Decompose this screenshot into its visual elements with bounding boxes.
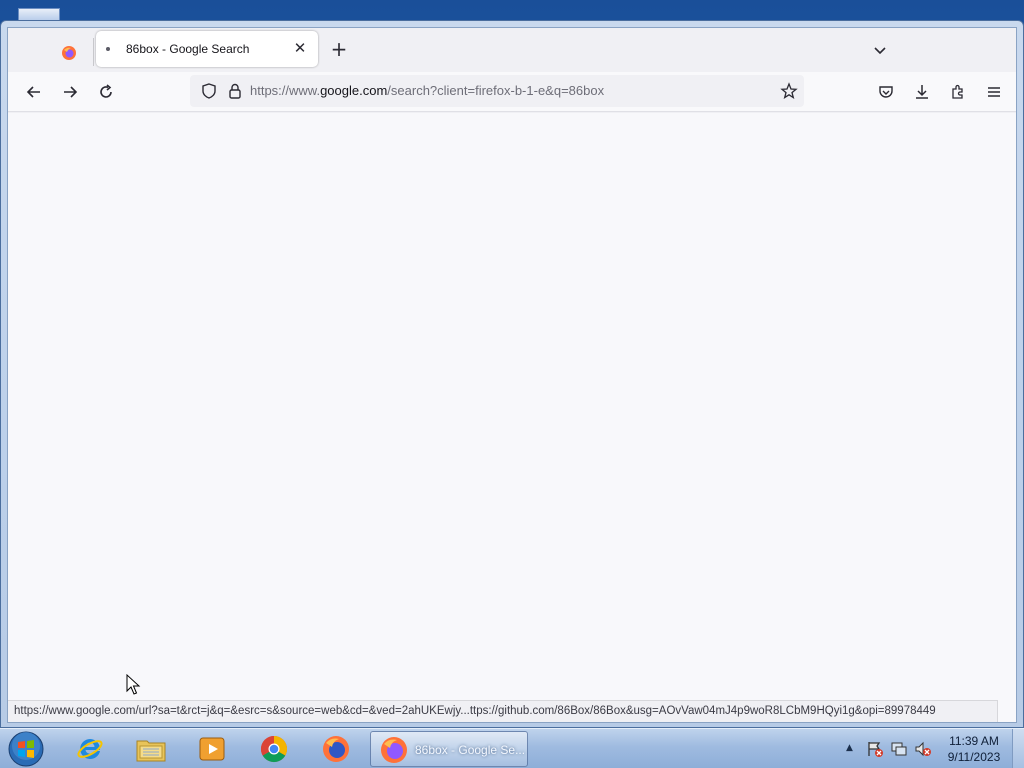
tab-strip: 86box - Google Search ✕ + (8, 28, 938, 72)
taskbar-chrome[interactable] (252, 731, 296, 767)
tab-title: 86box - Google Search (126, 42, 250, 56)
url-prefix: https://www. (250, 83, 321, 98)
bookmark-star-icon[interactable] (780, 82, 798, 105)
taskbar-windows-explorer[interactable] (129, 731, 173, 767)
forward-button[interactable] (58, 80, 82, 104)
url-domain: google.com (320, 83, 388, 98)
show-hidden-icons-button[interactable]: ▲ (846, 743, 853, 753)
reload-icon (100, 84, 112, 98)
extensions-button[interactable] (946, 80, 970, 104)
tab-close-button[interactable]: ✕ (292, 40, 308, 56)
app-menu-button[interactable] (982, 80, 1006, 104)
back-arrow-icon (26, 86, 40, 98)
new-tab-button[interactable]: + (328, 38, 350, 60)
tab-active[interactable]: 86box - Google Search ✕ (96, 31, 318, 67)
taskbar-active-firefox-window[interactable]: 86box - Google Se... (370, 731, 528, 767)
download-icon (916, 85, 928, 99)
start-button[interactable] (6, 730, 46, 768)
tracking-protection-icon[interactable] (200, 82, 218, 105)
page-content[interactable]: https://www.google.com/url?sa=t&rct=j&q=… (8, 113, 1016, 722)
reload-button[interactable] (94, 80, 118, 104)
forward-arrow-icon (64, 86, 78, 98)
taskbar-window-label: 86box - Google Se... (415, 743, 526, 757)
mouse-cursor-icon (126, 673, 142, 701)
windows-logo-icon (8, 731, 44, 767)
taskbar-media-player[interactable] (190, 731, 234, 767)
clock-time: 11:39 AM (949, 734, 999, 748)
taskbar: 86box - Google Se... ▲ 11:39 AM 9/11/202… (0, 728, 1024, 768)
downloads-button[interactable] (910, 80, 934, 104)
taskbar-internet-explorer[interactable] (68, 731, 112, 767)
network-icon[interactable] (890, 740, 908, 758)
hamburger-menu-icon (988, 87, 1000, 97)
navigation-toolbar: https://www.google.com/search?client=fir… (8, 72, 1016, 112)
taskbar-firefox[interactable] (314, 731, 358, 767)
media-player-icon (199, 737, 225, 761)
puzzle-icon (952, 84, 963, 99)
clock-date: 9/11/2023 (947, 750, 1001, 764)
loading-indicator-icon (106, 47, 110, 51)
volume-muted-icon[interactable] (914, 740, 932, 758)
action-center-flag-icon[interactable] (866, 740, 884, 758)
firefox-icon (379, 735, 409, 768)
show-desktop-button[interactable] (1012, 729, 1024, 768)
lock-icon[interactable] (226, 82, 244, 105)
firefox-window: ✕ 86box - Google Search ✕ + (0, 20, 1024, 728)
folder-icon (136, 740, 166, 762)
url-bar[interactable]: https://www.google.com/search?client=fir… (190, 75, 804, 107)
url-text[interactable]: https://www.google.com/search?client=fir… (250, 83, 604, 98)
status-bar: https://www.google.com/url?sa=t&rct=j&q=… (8, 700, 998, 722)
chevron-down-icon (874, 47, 886, 55)
pocket-icon (879, 86, 893, 98)
internet-explorer-icon (77, 738, 103, 759)
firefox-icon (323, 736, 349, 762)
system-tray: ▲ 11:39 AM 9/11/2023 (842, 729, 1024, 768)
chrome-icon (260, 735, 288, 763)
browser-chrome: 86box - Google Search ✕ + https://www.go… (7, 27, 1017, 723)
pocket-button[interactable] (874, 80, 898, 104)
firefox-view-button[interactable] (56, 40, 82, 66)
url-path: /search?client=firefox-b-1-e&q=86box (387, 83, 605, 98)
tab-separator (93, 38, 94, 66)
taskbar-clock[interactable]: 11:39 AM 9/11/2023 (942, 733, 1006, 765)
firefox-icon (62, 46, 76, 60)
list-all-tabs-button[interactable] (870, 40, 890, 60)
back-button[interactable] (22, 80, 46, 104)
